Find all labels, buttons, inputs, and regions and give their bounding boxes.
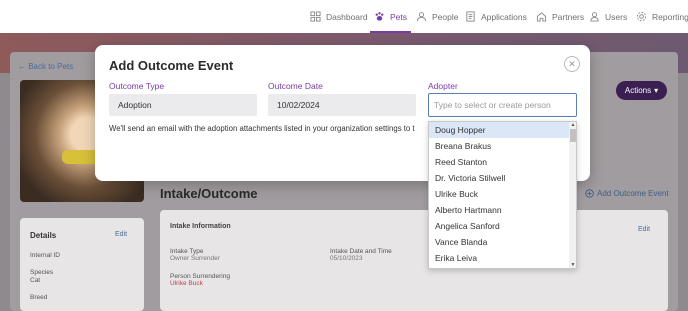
plus-circle-icon: [585, 189, 594, 198]
nav-label: Dashboard: [326, 11, 368, 22]
people-icon: [416, 12, 427, 22]
nav-people[interactable]: People: [416, 0, 458, 33]
species-label: Species: [30, 269, 54, 276]
actions-label: Actions: [624, 86, 652, 95]
actions-button[interactable]: Actions ▾: [616, 81, 667, 100]
nav-users[interactable]: Users: [589, 0, 627, 33]
dropdown-option[interactable]: Breana Brakus: [429, 138, 569, 154]
nav-pets[interactable]: Pets: [369, 0, 412, 33]
nav-label: Pets: [390, 11, 408, 22]
nav-label: Reporting: [652, 11, 688, 22]
gear-icon: [636, 11, 647, 22]
nav-partners[interactable]: Partners: [536, 0, 584, 33]
dropdown-option[interactable]: Vance Blanda: [429, 234, 569, 250]
back-to-pets-link[interactable]: ← Back to Pets: [18, 62, 73, 71]
adoption-email-note: We'll send an email with the adoption at…: [109, 124, 415, 133]
nav-reporting[interactable]: Reporting: [636, 0, 688, 33]
species-value: Cat: [30, 277, 41, 284]
adopter-dropdown[interactable]: Doug Hopper Breana Brakus Reed Stanton D…: [428, 121, 577, 269]
nav-label: Applications: [481, 11, 527, 22]
adopter-placeholder: Type to select or create person: [434, 100, 551, 110]
dropdown-option[interactable]: Alberto Hartmann: [429, 202, 569, 218]
nav-label: Users: [605, 11, 628, 22]
add-outcome-event-button[interactable]: Add Outcome Event: [585, 189, 669, 198]
nav-dashboard[interactable]: Dashboard: [310, 0, 368, 33]
outcome-type-label: Outcome Type: [109, 81, 165, 91]
intake-edit-link[interactable]: Edit: [638, 226, 650, 233]
details-card: Details Edit Internal ID Species Cat Bre…: [20, 218, 144, 311]
adopter-input[interactable]: Type to select or create person: [428, 93, 577, 117]
internal-id-label: Internal ID: [30, 252, 60, 259]
intake-date-value: 05/10/2023: [330, 255, 363, 262]
applications-icon: [466, 11, 475, 22]
chevron-down-icon: ▾: [654, 86, 659, 95]
scroll-down-icon[interactable]: ▼: [570, 262, 576, 268]
outcome-date-input[interactable]: 10/02/2024: [268, 94, 416, 116]
dropdown-option[interactable]: Erika Leiva: [429, 250, 569, 266]
user-icon: [590, 12, 599, 22]
scrollbar-thumb[interactable]: [570, 129, 576, 142]
intake-type-value: Owner Surrender: [170, 255, 220, 262]
nav-label: Partners: [552, 11, 585, 22]
dropdown-option[interactable]: Angelica Sanford: [429, 218, 569, 234]
intake-date-label: Intake Date and Time: [330, 248, 392, 255]
adopter-label: Adopter: [428, 81, 458, 91]
dashboard-icon: [310, 11, 321, 22]
paw-icon: [375, 12, 384, 21]
dropdown-option[interactable]: Ulrike Buck: [429, 186, 569, 202]
intake-title: Intake Information: [170, 223, 231, 230]
details-title: Details: [30, 231, 57, 240]
details-edit-link[interactable]: Edit: [115, 231, 127, 238]
modal-title: Add Outcome Event: [109, 58, 234, 73]
top-navigation: Dashboard Pets People Applications Partn…: [0, 0, 688, 33]
outcome-date-value: 10/02/2024: [277, 100, 320, 110]
outcome-type-value: Adoption: [118, 100, 152, 110]
scroll-up-icon[interactable]: ▲: [570, 122, 576, 128]
person-surrendering-link[interactable]: Ulrike Buck: [170, 280, 203, 287]
breed-label: Breed: [30, 294, 48, 301]
add-outcome-label: Add Outcome Event: [597, 189, 669, 198]
home-icon: [536, 12, 547, 22]
nav-label: People: [432, 11, 459, 22]
outcome-type-select[interactable]: Adoption: [109, 94, 257, 116]
outcome-date-label: Outcome Date: [268, 81, 323, 91]
person-surrendering-label: Person Surrendering: [170, 273, 230, 280]
dropdown-scrollbar[interactable]: ▲ ▼: [569, 122, 576, 268]
intake-card: Intake Information Edit Intake Type Owne…: [160, 210, 668, 311]
nav-applications[interactable]: Applications: [465, 0, 527, 33]
dropdown-option[interactable]: Dr. Victoria Stilwell: [429, 170, 569, 186]
section-title: Intake/Outcome: [160, 186, 258, 201]
dropdown-option[interactable]: Reed Stanton: [429, 154, 569, 170]
close-icon[interactable]: ✕: [564, 56, 580, 72]
dropdown-option[interactable]: Doug Hopper: [429, 122, 569, 138]
intake-type-label: Intake Type: [170, 248, 204, 255]
